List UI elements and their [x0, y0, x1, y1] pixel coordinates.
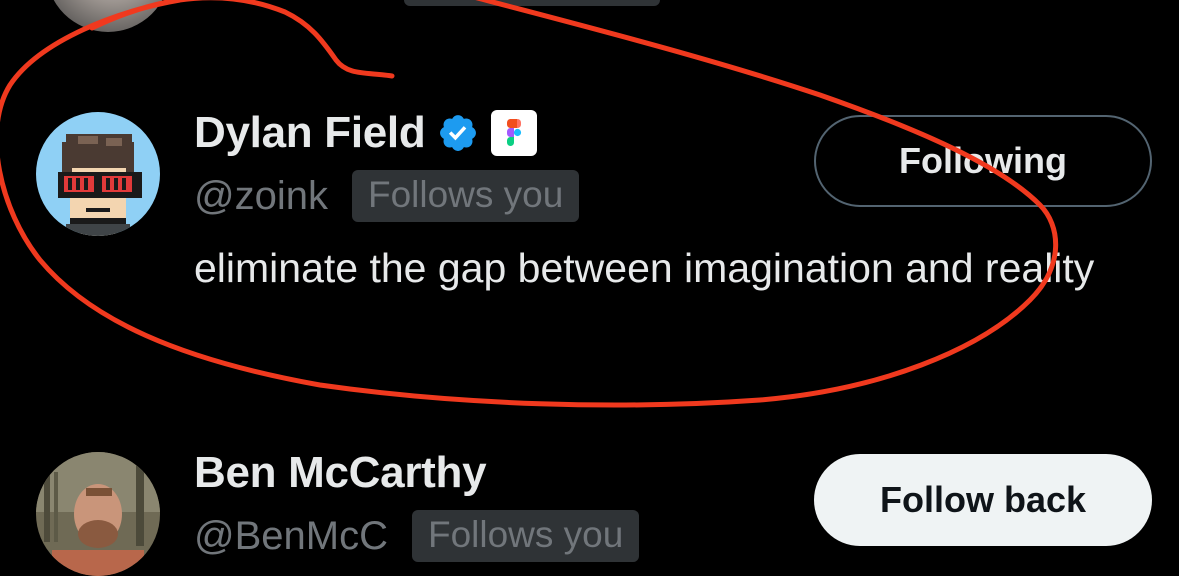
handle-row: @zoink Follows you — [194, 170, 580, 222]
follows-you-badge: Follows you — [411, 510, 640, 562]
verified-badge-icon[interactable] — [437, 112, 479, 154]
avatar[interactable] — [36, 112, 160, 236]
avatar[interactable] — [36, 452, 160, 576]
name-row: Dylan Field — [194, 108, 538, 158]
follows-you-badge: Follows you — [351, 170, 580, 222]
display-name[interactable]: Ben McCarthy — [194, 448, 487, 498]
user-cell-dylan-field[interactable]: Dylan Field @zoink Follows you eliminate — [0, 0, 1179, 420]
handle[interactable]: @zoink — [194, 174, 328, 219]
bio: eliminate the gap between imagination an… — [194, 245, 1095, 291]
handle-row: @BenMcC Follows you — [194, 510, 640, 562]
handle[interactable]: @BenMcC — [194, 514, 388, 559]
photo-avatar-image — [36, 452, 160, 576]
follow-back-button[interactable]: Follow back — [814, 454, 1152, 546]
figma-icon[interactable] — [491, 110, 538, 156]
display-name[interactable]: Dylan Field — [194, 108, 426, 158]
user-cell-ben-mccarthy[interactable]: Ben McCarthy @BenMcC Follows you Follow … — [0, 420, 1179, 576]
following-button[interactable]: Following — [814, 115, 1152, 207]
name-row: Ben McCarthy — [194, 448, 487, 498]
pixel-avatar-image — [36, 112, 160, 236]
